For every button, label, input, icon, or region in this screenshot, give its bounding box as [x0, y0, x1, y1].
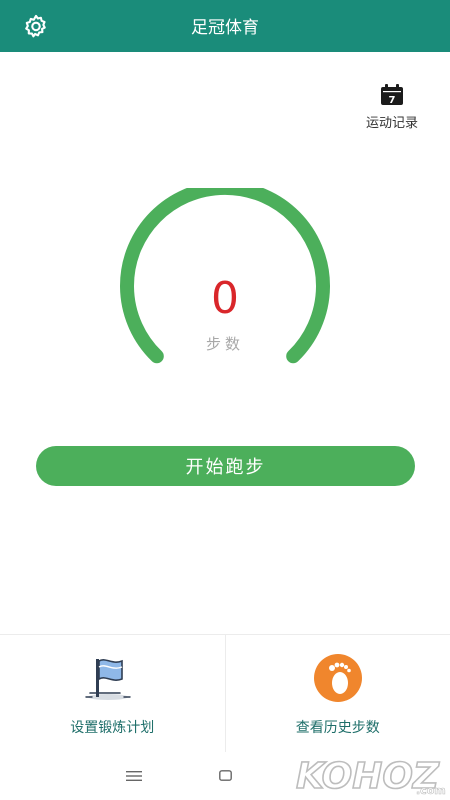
exercise-record-label: 运动记录 [365, 116, 418, 131]
steps-count: 0 [211, 273, 239, 324]
calendar-icon: 7 [381, 84, 403, 106]
flag-icon [85, 659, 131, 700]
feature-panel: 设置锻炼计划 查看历史步数 [0, 634, 450, 754]
watermark-logo: KOHOZ .com [295, 755, 446, 798]
calendar-day: 7 [389, 95, 396, 106]
app-header: 足冠体育 [0, 0, 450, 52]
view-history-steps-label: 查看历史步数 [295, 720, 380, 736]
flag-icon-wrap [0, 653, 225, 703]
view-history-steps-card[interactable]: 查看历史步数 [224, 635, 450, 753]
set-exercise-plan-label: 设置锻炼计划 [70, 720, 155, 736]
footprint-icon-wrap [226, 653, 450, 703]
menu-icon[interactable] [126, 770, 142, 782]
home-square-icon[interactable] [219, 770, 232, 781]
page-title: 足冠体育 [191, 18, 259, 38]
footprint-icon [313, 654, 362, 702]
watermark-suffix: .com [416, 784, 446, 797]
start-running-button[interactable]: 开始跑步 [36, 446, 415, 486]
exercise-record-button[interactable]: 7 运动记录 [352, 84, 432, 132]
steps-label: 步数 [205, 335, 244, 353]
set-exercise-plan-card[interactable]: 设置锻炼计划 [0, 635, 225, 753]
